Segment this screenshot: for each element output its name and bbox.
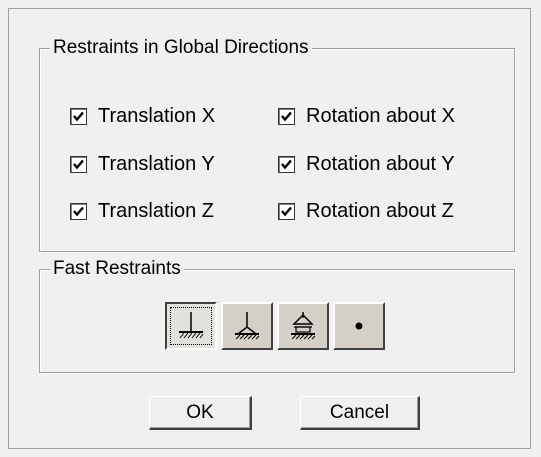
joint-restraints-dialog: Restraints in Global Directions Translat… (8, 8, 531, 449)
fast-restraints-group: Fast Restraints (39, 258, 515, 373)
translation-x-checkbox[interactable]: Translation X (70, 105, 215, 127)
roller-restraint-button[interactable] (277, 302, 329, 350)
restraints-group: Restraints in Global Directions Translat… (39, 37, 515, 252)
fixed-restraint-button[interactable] (165, 302, 217, 350)
translation-y-checkbox[interactable]: Translation Y (70, 153, 215, 175)
restraints-group-title: Restraints in Global Directions (50, 37, 312, 59)
rotation-z-label: Rotation about Z (306, 200, 454, 222)
cancel-button[interactable]: Cancel (300, 396, 420, 430)
rotation-x-checkbox[interactable]: Rotation about X (278, 105, 455, 127)
rotation-y-checkbox[interactable]: Rotation about Y (278, 153, 455, 175)
rotation-y-label: Rotation about Y (306, 153, 455, 175)
translation-z-checkbox[interactable]: Translation Z (70, 200, 214, 222)
free-restraint-button[interactable] (333, 302, 385, 350)
rotation-z-checkbox[interactable]: Rotation about Z (278, 200, 454, 222)
fast-restraints-group-title: Fast Restraints (50, 258, 184, 280)
free-node-icon (355, 322, 363, 330)
rotation-y-check-box[interactable] (278, 155, 295, 173)
roller-support-icon (291, 312, 316, 340)
pinned-restraint-button[interactable] (221, 302, 273, 350)
pinned-support-icon (235, 312, 260, 340)
translation-y-label: Translation Y (98, 153, 215, 175)
rotation-x-label: Rotation about X (306, 105, 455, 127)
rotation-z-check-box[interactable] (278, 202, 295, 220)
rotation-x-check-box[interactable] (278, 107, 295, 125)
translation-y-check-box[interactable] (70, 155, 87, 173)
focus-rectangle (170, 307, 212, 345)
ok-button[interactable]: OK (149, 396, 252, 430)
translation-z-label: Translation Z (98, 200, 214, 222)
translation-z-check-box[interactable] (70, 202, 87, 220)
translation-x-check-box[interactable] (70, 107, 87, 125)
translation-x-label: Translation X (98, 105, 216, 127)
